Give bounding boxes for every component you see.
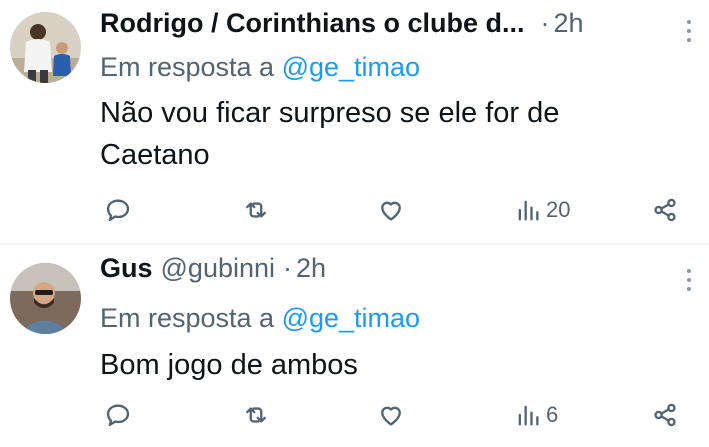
- timestamp[interactable]: 2h: [296, 253, 326, 284]
- views-count: 20: [546, 197, 571, 222]
- like-button[interactable]: [377, 397, 405, 433]
- tweet-header: Gus @gubinni · 2h: [100, 251, 326, 285]
- reply-context: Em resposta a @ge_timao: [100, 303, 420, 334]
- views-icon: [518, 200, 539, 221]
- username[interactable]: @gubinni: [161, 253, 276, 284]
- views-icon: [518, 405, 539, 426]
- more-icon[interactable]: [681, 16, 697, 46]
- reply-button[interactable]: [104, 192, 132, 228]
- timestamp[interactable]: 2h: [554, 8, 584, 39]
- display-name[interactable]: Rodrigo / Corinthians o clube d...: [100, 8, 525, 39]
- like-button[interactable]: [377, 192, 405, 228]
- share-icon: [654, 403, 676, 427]
- tweet-text: Não vou ficar surpreso se ele for de Cae…: [100, 97, 560, 171]
- share-button[interactable]: [651, 192, 679, 228]
- reply-prefix: Em resposta a: [100, 52, 275, 82]
- display-name[interactable]: Gus: [100, 253, 153, 284]
- share-icon: [654, 198, 676, 222]
- tweet-text: Bom jogo de ambos: [100, 349, 358, 381]
- views-button[interactable]: 20: [514, 192, 570, 228]
- reply-icon: [106, 199, 130, 222]
- separator-dot: ·: [283, 252, 293, 283]
- retweet-button[interactable]: [242, 397, 270, 433]
- views-button[interactable]: 6: [514, 397, 558, 433]
- reply-mention-link[interactable]: @ge_timao: [282, 303, 420, 333]
- tweet-header: Rodrigo / Corinthians o clube d... · 2h: [100, 6, 584, 40]
- action-bar: 6: [0, 397, 709, 433]
- tweet: Gus @gubinni · 2h Em resposta a @ge_tima…: [0, 245, 709, 447]
- retweet-icon: [246, 202, 266, 218]
- tweet: Rodrigo / Corinthians o clube d... · 2h …: [0, 0, 709, 244]
- share-button[interactable]: [651, 397, 679, 433]
- reply-prefix: Em resposta a: [100, 303, 275, 333]
- heart-icon: [381, 406, 401, 426]
- heart-icon: [381, 201, 401, 221]
- views-count: 6: [546, 402, 559, 427]
- retweet-icon: [246, 407, 266, 423]
- avatar[interactable]: [10, 12, 81, 83]
- separator-dot: ·: [540, 7, 550, 38]
- reply-icon: [106, 404, 130, 427]
- reply-mention-link[interactable]: @ge_timao: [282, 52, 420, 82]
- reply-button[interactable]: [104, 397, 132, 433]
- more-icon[interactable]: [681, 265, 697, 295]
- reply-context: Em resposta a @ge_timao: [100, 52, 420, 83]
- retweet-button[interactable]: [242, 192, 270, 228]
- avatar[interactable]: [10, 263, 81, 334]
- action-bar: 20: [0, 192, 709, 228]
